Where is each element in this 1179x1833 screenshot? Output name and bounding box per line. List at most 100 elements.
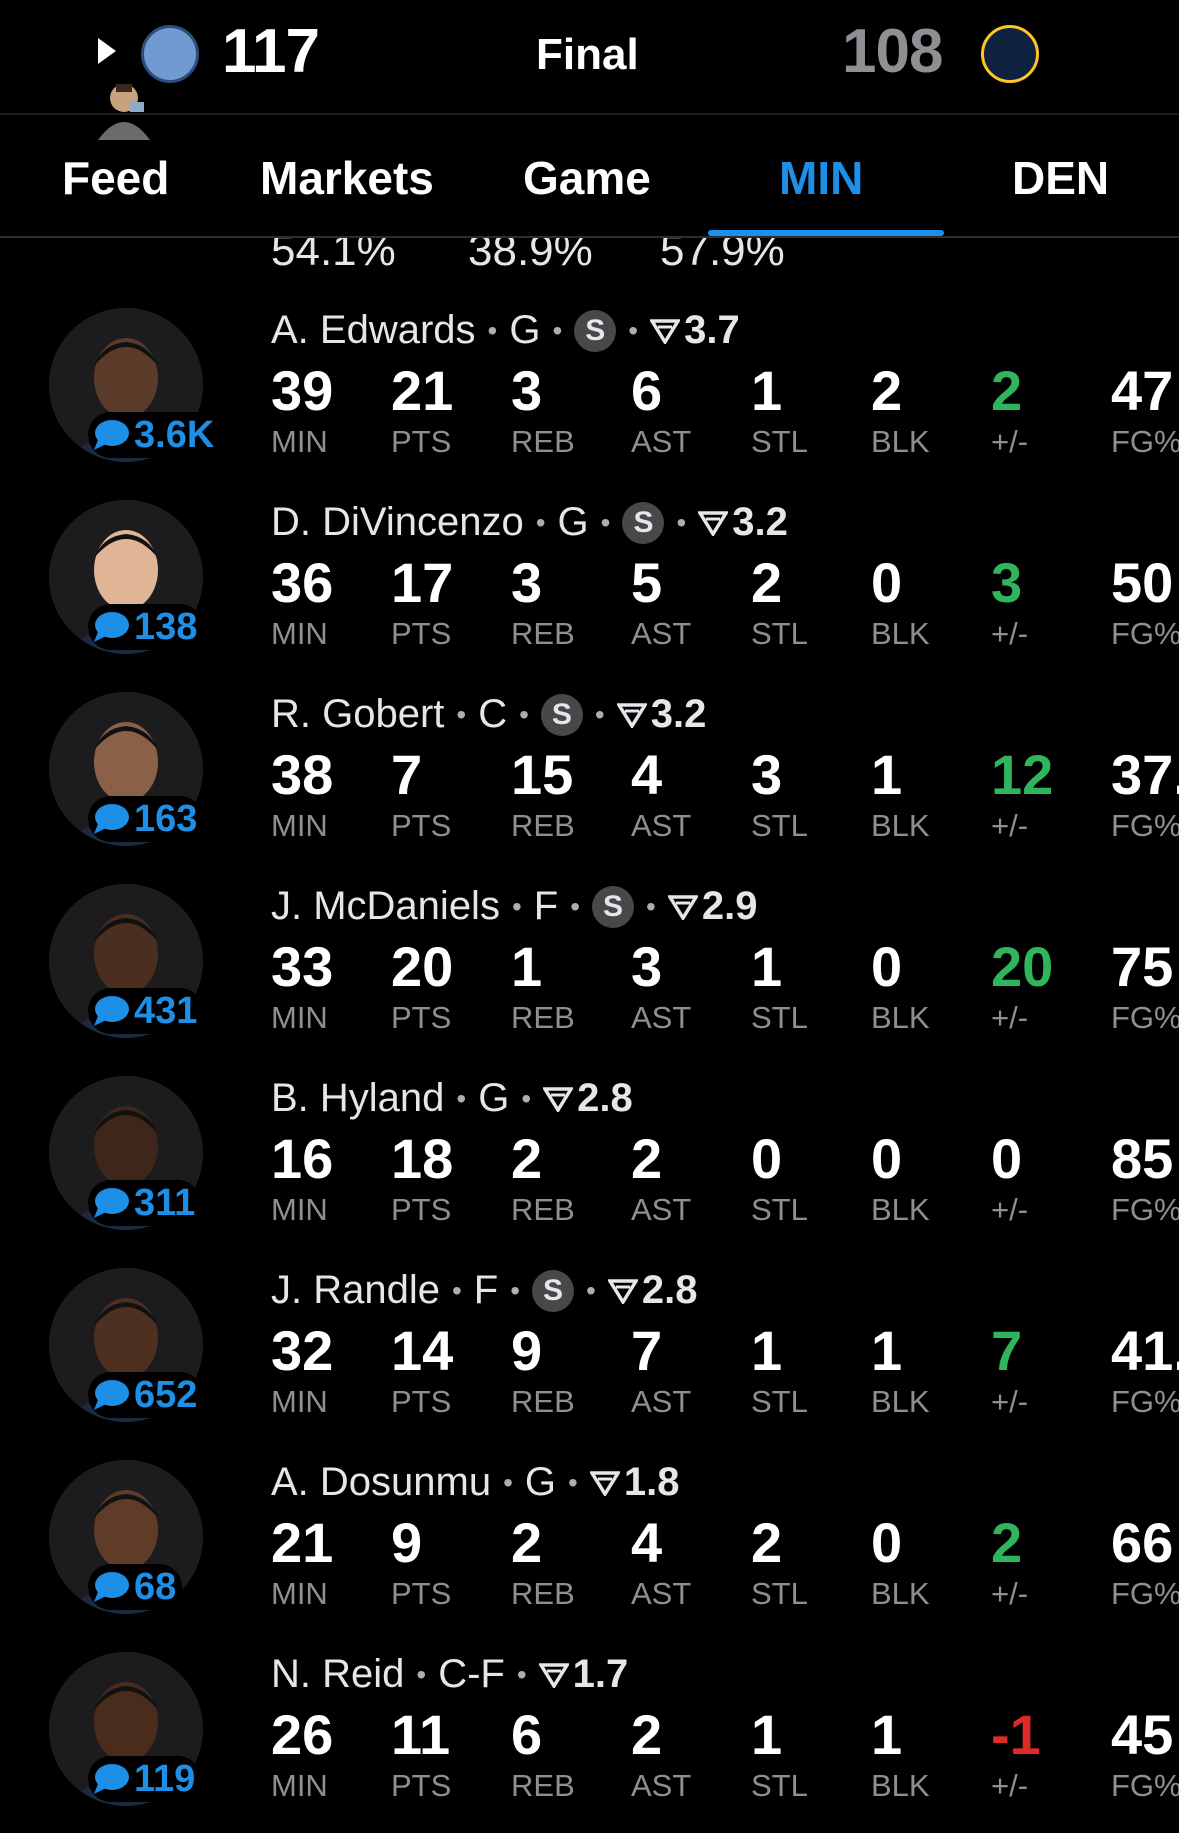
stat-value: 0	[871, 1127, 903, 1190]
stat-fg-pct: 41. FG%	[1111, 1320, 1179, 1420]
separator-dot: •	[456, 1082, 467, 1114]
stat-label: FG%	[1111, 1384, 1179, 1419]
comments-badge[interactable]: 119	[88, 1756, 202, 1802]
player-rating: 3.2	[732, 500, 788, 544]
stat-label: STL	[751, 1000, 808, 1035]
total-value: 38.9%	[468, 238, 593, 275]
player-name[interactable]: A. Dosunmu	[271, 1460, 491, 1505]
stat-stl: 1 STL	[751, 360, 808, 460]
stat-value: 85	[1111, 1127, 1174, 1190]
player-position: G	[509, 308, 541, 352]
stat-value: 0	[871, 935, 903, 998]
comments-badge[interactable]: 138	[88, 604, 204, 650]
stat-label: REB	[511, 1384, 575, 1419]
stat-label: MIN	[271, 1768, 328, 1803]
stat-value: 2	[751, 551, 783, 614]
stat-value: 36	[271, 551, 334, 614]
comment-count: 68	[134, 1565, 177, 1608]
stat-value: 9	[391, 1511, 423, 1574]
stat-label: AST	[631, 1768, 692, 1803]
player-name[interactable]: J. Randle	[271, 1268, 440, 1313]
stat-label: +/-	[991, 616, 1029, 651]
player-rating: 1.7	[572, 1652, 629, 1696]
stat-value: 45	[1111, 1703, 1174, 1766]
stat-label: REB	[511, 1768, 575, 1803]
stat-label: BLK	[871, 1768, 930, 1803]
stat-fg-pct: 85 FG%	[1111, 1128, 1179, 1228]
tab-min[interactable]: MIN	[779, 151, 863, 205]
stat-label: FG%	[1111, 1192, 1179, 1227]
game-status: Final	[536, 30, 639, 79]
stat-value: 1	[751, 1703, 783, 1766]
comments-badge[interactable]: 652	[88, 1372, 204, 1418]
stat-plus-minus: 20 +/-	[991, 936, 1053, 1036]
stat-label: BLK	[871, 616, 930, 651]
stat-plus-minus: 2 +/-	[991, 1512, 1028, 1612]
stat-value: 32	[271, 1319, 334, 1382]
player-name[interactable]: A. Edwards	[271, 308, 476, 353]
stat-label: +/-	[991, 1576, 1029, 1611]
stat-value: 20	[991, 935, 1054, 998]
separator-dot: •	[568, 1466, 578, 1498]
separator-dot: •	[416, 1658, 427, 1690]
player-name[interactable]: D. DiVincenzo	[271, 500, 524, 545]
player-row[interactable]: 311 B. Hyland • G • 2.8 16 MIN 18 PTS 2 …	[0, 1066, 1179, 1258]
stat-label: BLK	[871, 1192, 930, 1227]
comments-badge[interactable]: 163	[88, 796, 204, 842]
player-row[interactable]: 652 J. Randle • F • S • 2.8 32 MIN 14 PTS	[0, 1258, 1179, 1450]
stat-label: REB	[511, 1576, 575, 1611]
tab-markets[interactable]: Markets	[260, 151, 434, 205]
player-position: G	[524, 1460, 557, 1504]
play-icon[interactable]	[96, 36, 118, 66]
comments-badge[interactable]: 3.6K	[88, 412, 221, 458]
stat-ast: 7 AST	[631, 1320, 691, 1420]
player-position: G	[478, 1076, 510, 1120]
tab-den[interactable]: DEN	[1012, 151, 1109, 205]
player-position: C	[478, 692, 508, 736]
player-row[interactable]: 431 J. McDaniels • F • S • 2.9 33 MIN 20 …	[0, 874, 1179, 1066]
stat-blk: 0 BLK	[871, 552, 930, 652]
stat-label: MIN	[271, 424, 328, 459]
stat-value: 1	[751, 1319, 783, 1382]
chat-bubble-icon	[94, 1764, 129, 1794]
total-value: 54.1%	[271, 238, 396, 275]
player-row[interactable]: 119 N. Reid • C-F • 1.7 26 MIN 11 PTS 6 …	[0, 1642, 1179, 1833]
stat-blk: 0 BLK	[871, 1128, 930, 1228]
comments-badge[interactable]: 68	[88, 1564, 183, 1610]
stat-label: BLK	[871, 1576, 930, 1611]
stat-ast: 6 AST	[631, 360, 691, 460]
separator-dot: •	[521, 1082, 532, 1114]
player-row[interactable]: 3.6K A. Edwards • G • S • 3.7 39 MIN 21 P…	[0, 298, 1179, 490]
player-name[interactable]: R. Gobert	[271, 692, 444, 737]
stat-pts: 21 PTS	[391, 360, 453, 460]
stat-value: 2	[631, 1703, 663, 1766]
player-row[interactable]: 138 D. DiVincenzo • G • S • 3.2 36 MIN 17…	[0, 490, 1179, 682]
stat-value: 0	[871, 1511, 903, 1574]
comments-badge[interactable]: 431	[88, 988, 204, 1034]
player-name[interactable]: N. Reid	[271, 1652, 404, 1697]
stat-value: 3	[631, 935, 663, 998]
stat-stl: 1 STL	[751, 1704, 808, 1804]
stat-ast: 4 AST	[631, 1512, 691, 1612]
stat-stl: 0 STL	[751, 1128, 808, 1228]
player-name[interactable]: J. McDaniels	[271, 884, 500, 929]
stat-label: STL	[751, 1384, 808, 1419]
stat-value: -1	[991, 1703, 1041, 1766]
player-name[interactable]: B. Hyland	[271, 1076, 444, 1121]
comment-count: 431	[134, 989, 198, 1032]
stat-pts: 11 PTS	[391, 1704, 451, 1804]
stat-value: 7	[991, 1319, 1023, 1382]
player-row[interactable]: 163 R. Gobert • C • S • 3.2 38 MIN 7 PTS	[0, 682, 1179, 874]
comments-badge[interactable]: 311	[88, 1180, 202, 1226]
stat-stl: 2 STL	[751, 1512, 808, 1612]
stat-label: MIN	[271, 1192, 328, 1227]
player-row[interactable]: 68 A. Dosunmu • G • 1.8 21 MIN 9 PTS 2 R…	[0, 1450, 1179, 1642]
stat-pts: 18 PTS	[391, 1128, 453, 1228]
stat-value: 12	[991, 743, 1054, 806]
stat-label: REB	[511, 1000, 575, 1035]
stat-label: REB	[511, 1192, 575, 1227]
tab-game[interactable]: Game	[523, 151, 651, 205]
stat-value: 9	[511, 1319, 543, 1382]
stat-blk: 0 BLK	[871, 936, 930, 1036]
tab-feed[interactable]: Feed	[62, 151, 169, 205]
